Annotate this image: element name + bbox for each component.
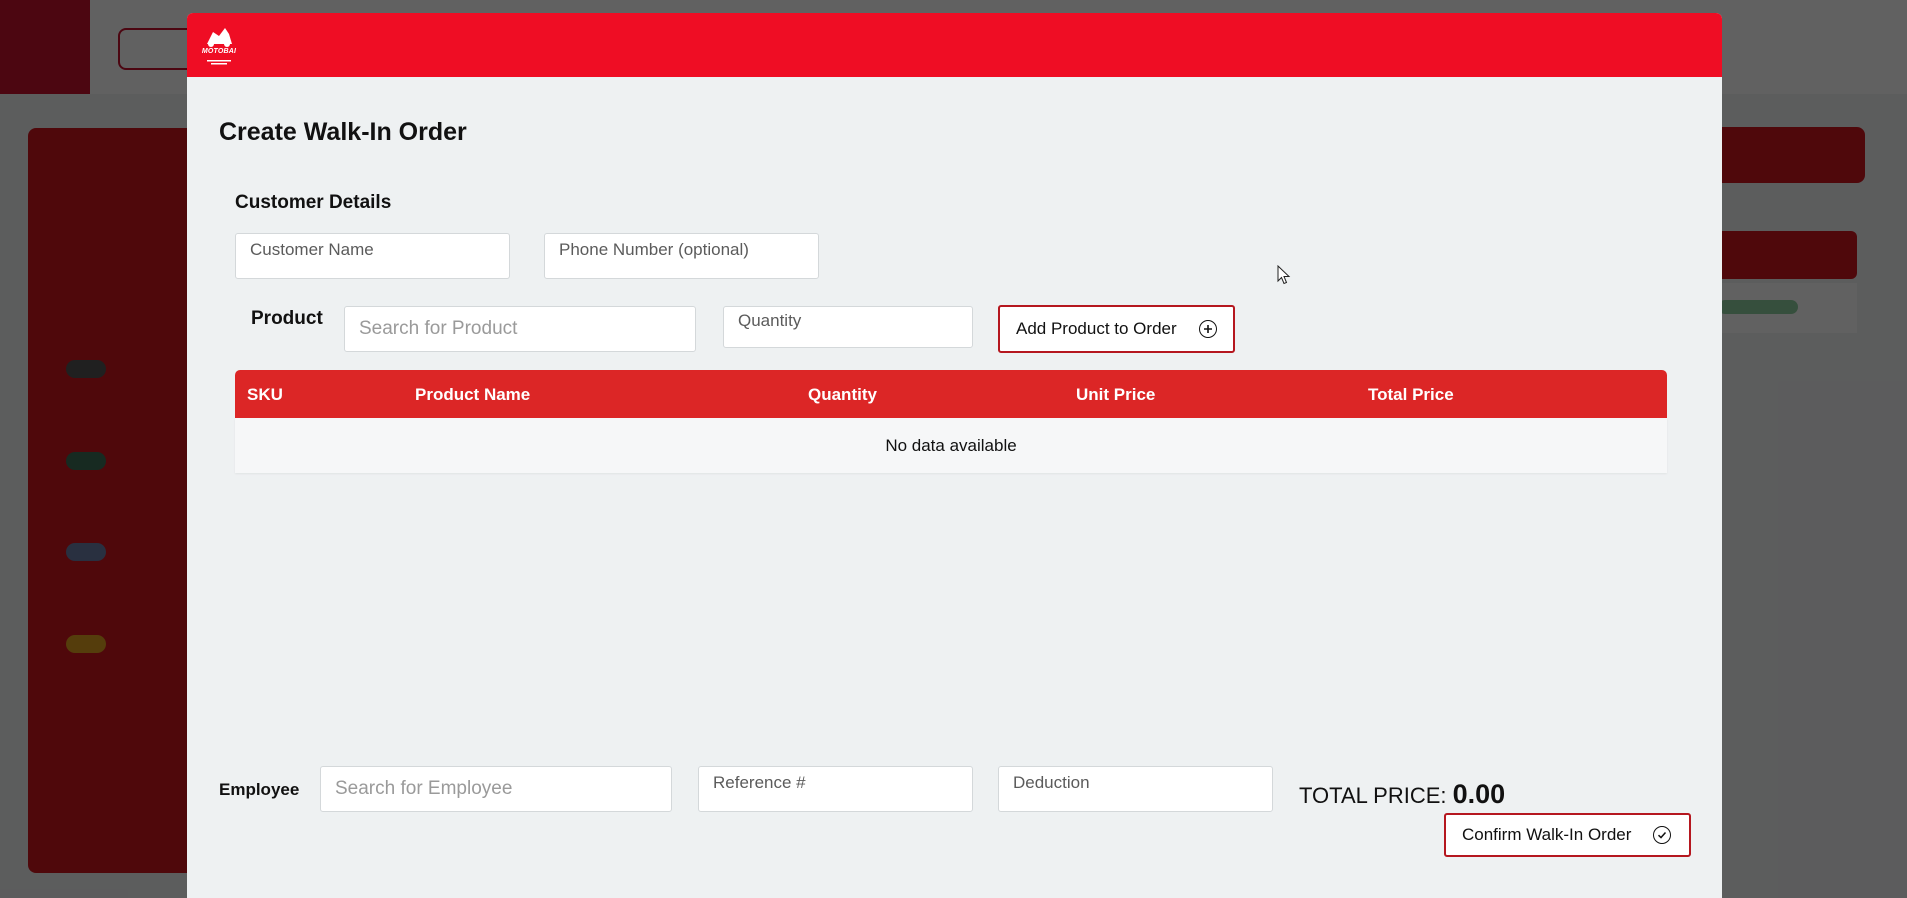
employee-search-input[interactable] [320, 766, 672, 812]
product-label: Product [251, 308, 323, 329]
column-header-sku: SKU [247, 385, 283, 404]
column-header-quantity: Quantity [808, 385, 877, 404]
logo-wordmark: MOTOBAI [201, 48, 237, 55]
motobai-logo: MOTOBAI [199, 22, 239, 68]
total-price: TOTAL PRICE: 0.00 [1299, 779, 1505, 810]
customer-name-input[interactable] [235, 233, 510, 279]
modal-title: Create Walk-In Order [219, 118, 467, 146]
create-walkin-order-modal: MOTOBAI Create Walk-In Order Customer De… [187, 13, 1722, 898]
reference-number-input[interactable] [698, 766, 973, 812]
total-price-label: TOTAL PRICE: [1299, 783, 1447, 808]
plus-circle-icon [1199, 320, 1217, 338]
customer-details-title: Customer Details [235, 192, 392, 213]
employee-label: Employee [219, 780, 300, 799]
add-product-button[interactable]: Add Product to Order [998, 305, 1235, 353]
column-header-unit-price: Unit Price [1076, 385, 1156, 404]
check-circle-icon [1653, 826, 1671, 844]
product-search-input[interactable] [344, 306, 696, 352]
empty-table-message: No data available [885, 436, 1017, 455]
confirm-walkin-order-button[interactable]: Confirm Walk-In Order [1444, 813, 1691, 857]
column-header-product-name: Product Name [415, 385, 531, 404]
order-items-table: SKU Product Name Quantity Unit Price Tot… [235, 370, 1667, 473]
mouse-cursor-icon [1277, 265, 1291, 285]
modal-header: MOTOBAI [187, 13, 1722, 77]
table-header: SKU Product Name Quantity Unit Price Tot… [235, 370, 1667, 418]
motorbike-logo-icon [207, 28, 232, 65]
confirm-walkin-order-label: Confirm Walk-In Order [1462, 825, 1632, 844]
total-price-value: 0.00 [1452, 779, 1506, 809]
quantity-input[interactable] [723, 306, 973, 348]
column-header-total-price: Total Price [1368, 385, 1454, 404]
phone-number-input[interactable] [544, 233, 819, 279]
add-product-label: Add Product to Order [1016, 319, 1177, 338]
table-body: No data available [235, 418, 1667, 473]
deduction-input[interactable] [998, 766, 1273, 812]
